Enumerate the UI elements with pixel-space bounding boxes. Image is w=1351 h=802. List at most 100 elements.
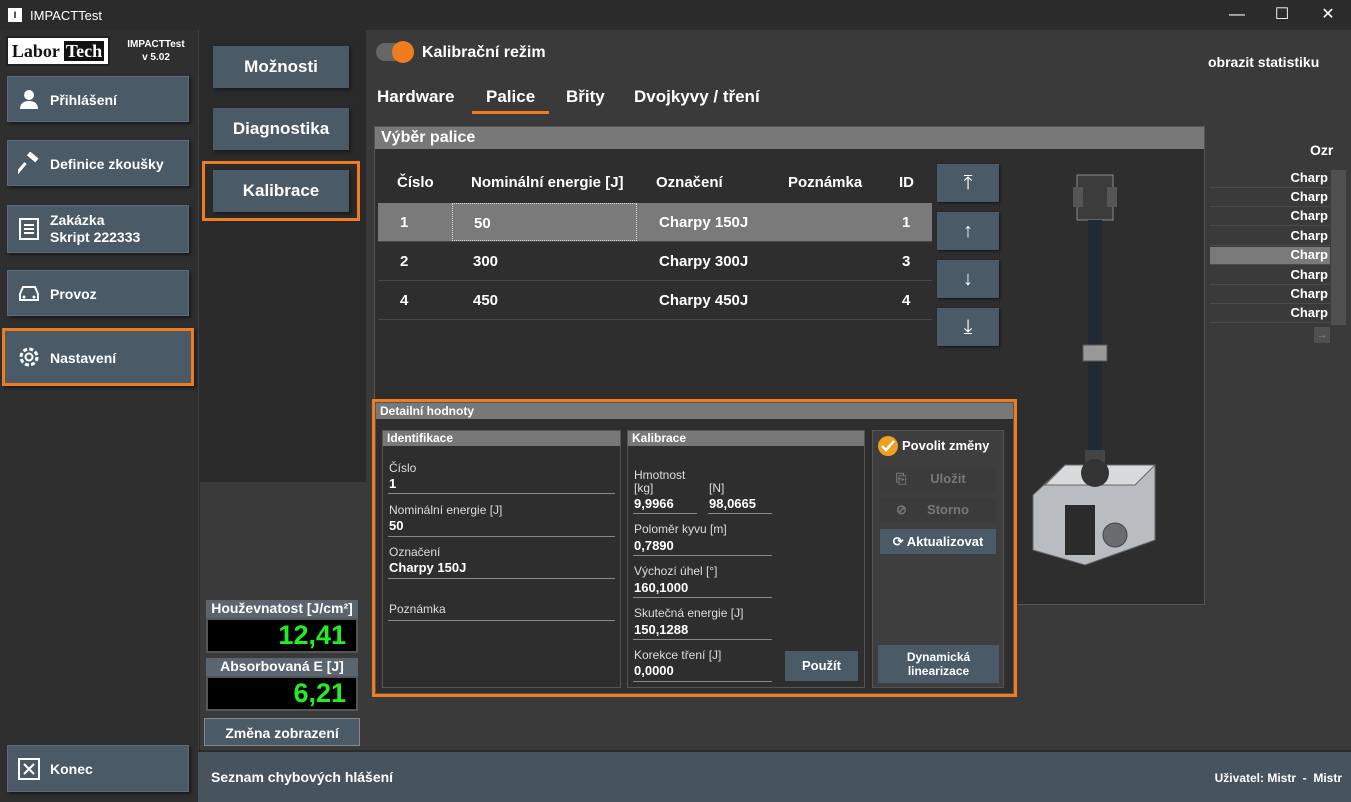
title-bar: I IMPACTTest — ☐ ✕ [0,0,1351,30]
car-icon [16,280,42,306]
nav-label: Zakázka [50,212,105,228]
col-poznamka[interactable]: Poznámka [788,174,862,191]
bg-list-item[interactable]: Charp [1210,228,1330,246]
arrow-right-icon[interactable]: → [1314,327,1330,343]
mass-unit-n: [N] [709,481,725,495]
subnav-kalibrace[interactable]: Kalibrace [213,170,349,212]
cell-id: 4 [902,292,911,309]
error-list-link[interactable]: Seznam chybových hlášení [211,769,393,785]
subnav-diagnostika[interactable]: Diagnostika [213,108,349,150]
maximize-button[interactable]: ☐ [1259,0,1305,30]
dynamic-linearization-button[interactable]: Dynamická linearizace [878,645,999,683]
allow-changes-checkbox[interactable] [878,436,898,456]
nav-nastaveni[interactable]: Nastavení [2,328,194,386]
table-row[interactable]: 4 450 Charpy 450J 4 [378,281,932,320]
bg-list-header: Ozr [1310,142,1334,158]
exit-button[interactable]: Konec [7,745,189,792]
nav-label: Nastavení [50,350,117,366]
radius-label: Poloměr kyvu [m] [634,522,727,536]
refresh-label: Aktualizovat [906,534,984,549]
absorbed-label: Absorbovaná E [J] [206,658,358,676]
cell-energie: 300 [473,253,499,270]
field-underline [388,493,615,494]
save-button[interactable]: ⎘ Uložit [880,467,996,491]
angle-field[interactable]: 160,1000 [634,580,688,595]
change-view-button[interactable]: Změna zobrazení [204,718,360,746]
bg-list-item[interactable]: Charp [1210,208,1330,226]
calibration-title: Kalibrace [628,431,864,446]
cell-cislo: 4 [400,292,409,309]
bg-list-item[interactable]: Charp [1210,170,1330,188]
col-oznaceni[interactable]: Označení [656,174,723,191]
calibration-mode-toggle[interactable] [376,41,414,63]
tab-palice[interactable]: Palice [486,87,535,107]
app-icon: I [8,8,22,22]
real-energy-field[interactable]: 150,1288 [634,622,688,637]
tab-dvojkyvy[interactable]: Dvojkyvy / tření [634,87,760,107]
mass-n-field[interactable]: 98,0665 [709,496,756,511]
cancel-button[interactable]: ⊘ Storno [880,498,996,522]
bg-list-item[interactable]: Charp [1210,267,1330,285]
minimize-button[interactable]: — [1214,0,1260,30]
field-underline [388,620,615,621]
apply-button[interactable]: Použít [785,651,858,681]
absorbed-value: 6,21 [206,676,358,711]
nav-prihlaseni[interactable]: Přihlášení [7,76,189,122]
subnav-moznosti[interactable]: Možnosti [213,46,349,88]
active-tab-indicator [472,111,549,114]
toughness-value: 12,41 [206,618,358,653]
cislo-field[interactable]: 1 [389,476,396,491]
tab-brity[interactable]: Břity [566,87,605,107]
cell-cislo: 2 [400,253,409,270]
allow-changes-label[interactable]: Povolit změny [902,438,989,453]
close-box-icon [16,756,42,782]
refresh-icon: ⟳ [892,534,904,549]
energie-field[interactable]: 50 [389,518,403,533]
cancel-icon: ⊘ [896,502,907,517]
move-down-button[interactable]: ↓ [937,260,999,298]
refresh-button[interactable]: ⟳ Aktualizovat [880,529,996,554]
oznaceni-label: Označení [389,545,441,559]
field-underline [633,597,772,598]
close-button[interactable]: ✕ [1305,0,1351,30]
nav-label: Definice zkoušky [50,156,164,172]
table-row[interactable]: 1 50 Charpy 150J 1 [378,203,932,242]
bg-list-item[interactable]: Charp [1210,247,1330,265]
radius-field[interactable]: 0,7890 [634,538,674,553]
tab-hardware[interactable]: Hardware [377,87,454,107]
bg-list-item[interactable]: Charp [1210,305,1330,323]
field-underline [633,681,772,682]
nav-provoz[interactable]: Provoz [7,270,189,316]
cancel-label: Storno [927,502,969,517]
move-up-button[interactable]: ↑ [937,212,999,250]
show-statistics-link[interactable]: obrazit statistiku [1208,54,1319,70]
bg-list-item[interactable]: Charp [1210,286,1330,304]
field-underline [388,578,615,579]
table-row[interactable]: 2 300 Charpy 300J 3 [378,242,932,281]
detail-title: Detailní hodnoty [376,403,1013,419]
document-list-icon [16,216,42,242]
nav-definice-zkousky[interactable]: Definice zkoušky [7,140,189,186]
cell-energie[interactable]: 50 [452,203,637,241]
gear-icon [16,344,42,370]
move-bottom-button[interactable]: ⤓ [937,308,999,346]
move-top-button[interactable]: ⤒ [937,164,999,202]
col-id[interactable]: ID [899,174,914,191]
field-underline [633,555,772,556]
col-cislo[interactable]: Číslo [397,174,434,191]
nav-sublabel: Skript 222333 [50,229,141,245]
user-status: Uživatel: Mistr - Mistr [1214,771,1342,785]
mass-kg-field[interactable]: 9,9966 [634,496,674,511]
field-underline [388,536,615,537]
oznaceni-field[interactable]: Charpy 150J [389,560,466,575]
bg-list-scrollbar[interactable] [1331,170,1346,325]
friction-field[interactable]: 0,0000 [634,663,674,678]
col-energie[interactable]: Nominální energie [J] [471,174,624,191]
identification-box [382,430,621,688]
field-underline [633,513,697,514]
cell-energie: 450 [473,292,499,309]
nav-zakazka[interactable]: Zakázka Skript 222333 [7,205,189,253]
bg-list-item[interactable]: Charp [1210,189,1330,207]
toughness-label: Houževnatost [J/cm²] [206,600,358,618]
field-underline [708,513,772,514]
